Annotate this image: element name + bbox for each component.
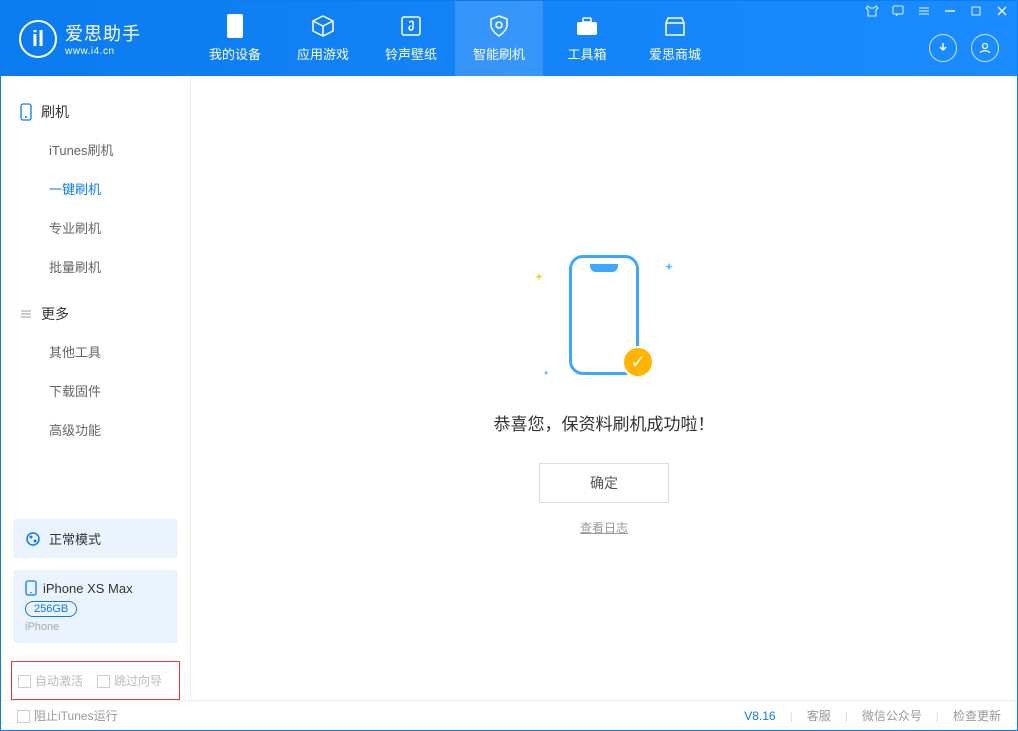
sidebar-item-batch-flash[interactable]: 批量刷机	[1, 247, 190, 286]
phone-icon	[19, 103, 33, 121]
tab-label: 智能刷机	[473, 44, 525, 63]
app-header: il 爱思助手 www.i4.cn 我的设备 应用游戏 铃声壁纸 智能刷机 工具…	[1, 1, 1017, 76]
sparkle-icon: ✦	[664, 260, 674, 274]
close-button[interactable]	[995, 4, 1009, 18]
device-icon	[223, 14, 247, 38]
cube-icon	[311, 14, 335, 38]
tab-label: 爱思商城	[649, 44, 701, 63]
checkbox-icon	[97, 675, 110, 688]
check-update-link[interactable]: 检查更新	[953, 707, 1001, 724]
mode-icon	[25, 531, 41, 547]
tab-my-device[interactable]: 我的设备	[191, 1, 279, 76]
tab-toolbox[interactable]: 工具箱	[543, 1, 631, 76]
checkbox-icon	[18, 675, 31, 688]
logo-text: 爱思助手 www.i4.cn	[65, 20, 141, 57]
maximize-button[interactable]	[969, 4, 983, 18]
tab-label: 我的设备	[209, 44, 261, 63]
device-icon	[25, 580, 37, 596]
sidebar-item-oneclick-flash[interactable]: 一键刷机	[1, 169, 190, 208]
separator: |	[790, 709, 793, 723]
success-illustration: ✦ ✦ • ✓	[514, 240, 694, 390]
music-icon	[399, 14, 423, 38]
tab-smart-flash[interactable]: 智能刷机	[455, 1, 543, 76]
device-name-row: iPhone XS Max	[25, 580, 166, 596]
store-icon	[663, 14, 687, 38]
app-name-en: www.i4.cn	[65, 46, 141, 57]
footer: 阻止iTunes运行 V8.16 | 客服 | 微信公众号 | 检查更新	[1, 700, 1017, 730]
feedback-icon[interactable]	[891, 4, 905, 18]
options-highlight-box: 自动激活 跳过向导	[11, 661, 180, 700]
sidebar-header-flash: 刷机	[1, 94, 190, 130]
skin-icon[interactable]	[865, 4, 879, 18]
shield-icon	[487, 14, 511, 38]
list-icon	[19, 307, 33, 321]
menu-icon[interactable]	[917, 4, 931, 18]
download-button[interactable]	[929, 34, 957, 62]
separator: |	[845, 709, 848, 723]
sidebar-header-label: 刷机	[41, 102, 69, 122]
block-itunes-checkbox[interactable]: 阻止iTunes运行	[17, 707, 118, 724]
ok-button[interactable]: 确定	[539, 463, 669, 503]
sidebar-item-pro-flash[interactable]: 专业刷机	[1, 208, 190, 247]
auto-activate-label: 自动激活	[35, 674, 83, 688]
user-button[interactable]	[971, 34, 999, 62]
header-action-icons	[929, 34, 999, 62]
sidebar-header-more: 更多	[1, 296, 190, 332]
toolbox-icon	[575, 14, 599, 38]
view-log-link[interactable]: 查看日志	[580, 519, 628, 536]
sidebar-item-other-tools[interactable]: 其他工具	[1, 332, 190, 371]
wechat-link[interactable]: 微信公众号	[862, 707, 922, 724]
body: 刷机 iTunes刷机 一键刷机 专业刷机 批量刷机 更多 其他工具 下载固件 …	[1, 76, 1017, 700]
footer-right: V8.16 | 客服 | 微信公众号 | 检查更新	[744, 707, 1001, 724]
sidebar-item-download-firmware[interactable]: 下载固件	[1, 371, 190, 410]
tab-ringtone-wallpaper[interactable]: 铃声壁纸	[367, 1, 455, 76]
separator: |	[936, 709, 939, 723]
success-message: 恭喜您，保资料刷机成功啦！	[494, 410, 715, 435]
footer-left: 阻止iTunes运行	[17, 707, 118, 724]
sidebar-bottom: 正常模式 iPhone XS Max 256GB iPhone	[1, 519, 190, 653]
mode-box[interactable]: 正常模式	[13, 519, 178, 558]
device-name: iPhone XS Max	[43, 581, 133, 596]
minimize-button[interactable]	[943, 4, 957, 18]
tab-label: 铃声壁纸	[385, 44, 437, 63]
device-box[interactable]: iPhone XS Max 256GB iPhone	[13, 570, 178, 643]
app-name-cn: 爱思助手	[65, 20, 141, 46]
auto-activate-checkbox[interactable]: 自动激活	[18, 672, 83, 689]
block-itunes-label: 阻止iTunes运行	[34, 709, 118, 723]
sidebar-header-label: 更多	[41, 304, 69, 324]
skip-guide-checkbox[interactable]: 跳过向导	[97, 672, 162, 689]
version-label: V8.16	[744, 709, 775, 723]
main-content: ✦ ✦ • ✓ 恭喜您，保资料刷机成功啦！ 确定 查看日志	[191, 76, 1017, 700]
check-badge-icon: ✓	[622, 346, 654, 378]
checkbox-icon	[17, 710, 30, 723]
customer-service-link[interactable]: 客服	[807, 707, 831, 724]
window-controls	[865, 4, 1009, 18]
logo-icon: il	[19, 20, 57, 58]
device-storage-badge: 256GB	[25, 601, 77, 617]
tab-label: 应用游戏	[297, 44, 349, 63]
tab-store[interactable]: 爱思商城	[631, 1, 719, 76]
nav-tabs: 我的设备 应用游戏 铃声壁纸 智能刷机 工具箱 爱思商城	[191, 1, 719, 76]
sparkle-icon: •	[544, 366, 548, 380]
sparkle-icon: ✦	[534, 270, 544, 284]
mode-label: 正常模式	[49, 529, 101, 548]
logo-area: il 爱思助手 www.i4.cn	[1, 20, 191, 58]
sidebar-item-advanced[interactable]: 高级功能	[1, 410, 190, 449]
device-type: iPhone	[25, 621, 166, 633]
skip-guide-label: 跳过向导	[114, 674, 162, 688]
sidebar-item-itunes-flash[interactable]: iTunes刷机	[1, 130, 190, 169]
sidebar: 刷机 iTunes刷机 一键刷机 专业刷机 批量刷机 更多 其他工具 下载固件 …	[1, 76, 191, 700]
sidebar-group-more: 更多 其他工具 下载固件 高级功能	[1, 296, 190, 449]
tab-apps-games[interactable]: 应用游戏	[279, 1, 367, 76]
tab-label: 工具箱	[567, 44, 606, 63]
sidebar-group-flash: 刷机 iTunes刷机 一键刷机 专业刷机 批量刷机	[1, 94, 190, 286]
